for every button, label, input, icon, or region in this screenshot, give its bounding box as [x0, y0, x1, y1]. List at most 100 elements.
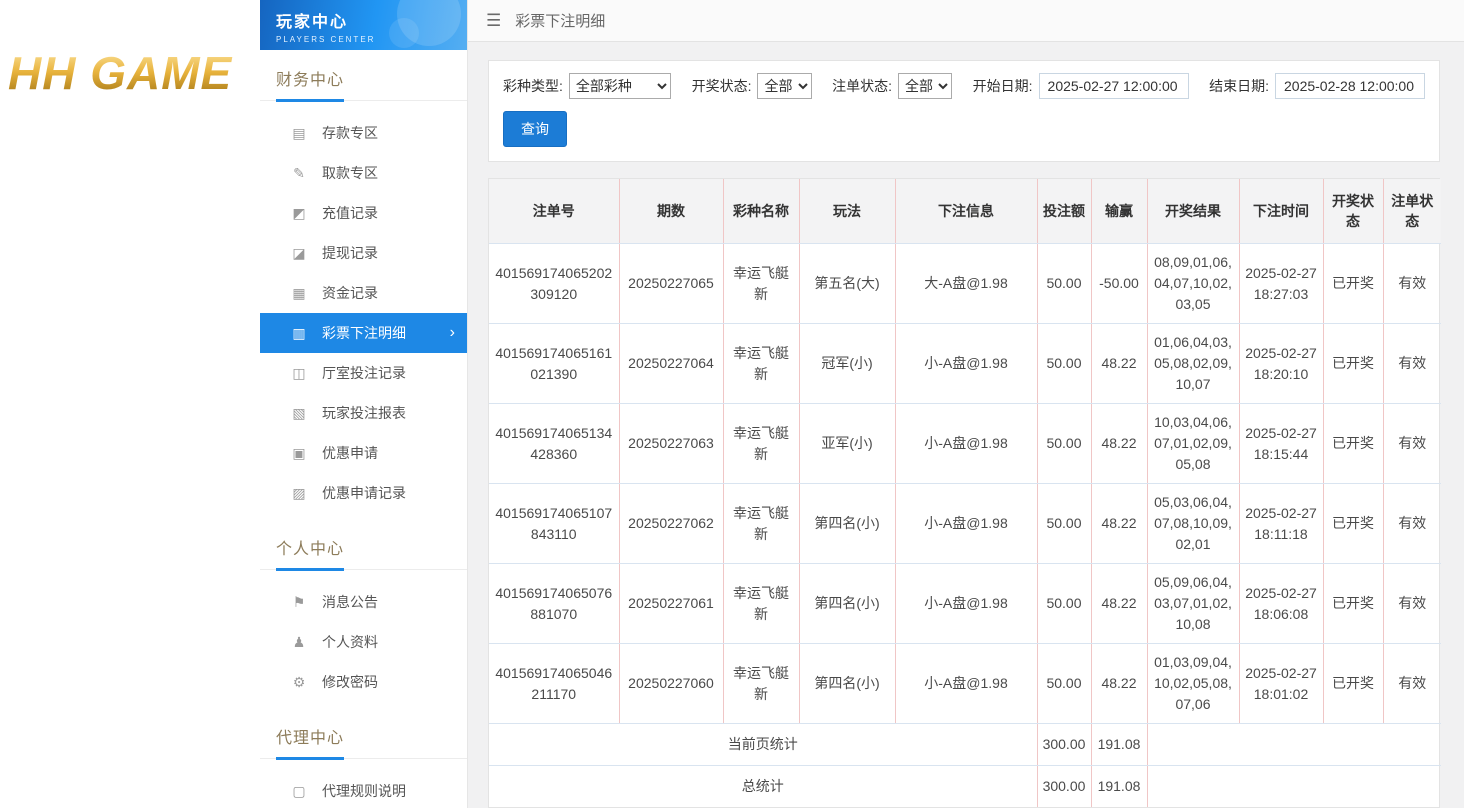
section-title: 个人中心 — [260, 519, 467, 570]
table-cell: 幸运飞艇新 — [723, 644, 799, 724]
sidebar-item[interactable]: ◫厅室投注记录 — [260, 353, 467, 393]
table-cell: 已开奖 — [1323, 404, 1383, 484]
sidebar-item[interactable]: ⚑消息公告 — [260, 582, 467, 622]
table-cell: 第四名(小) — [799, 644, 895, 724]
column-header: 下注时间 — [1239, 179, 1323, 244]
filter-panel: 彩种类型: 全部彩种 开奖状态: 全部 注单状态: 全部 开始日期: — [488, 60, 1440, 162]
table-cell: 已开奖 — [1323, 564, 1383, 644]
summary-empty-cell — [1147, 766, 1441, 808]
sidebar-item[interactable]: ▤存款专区 — [260, 113, 467, 153]
menu-list: ▤存款专区✎取款专区 ◩ 充值记录 ◪提现记录▦资金记录▥彩票下注明细›◫厅室投注记录… — [260, 101, 467, 519]
table-cell: 2025-02-27 18:11:18 — [1239, 484, 1323, 564]
table-cell: 50.00 — [1037, 484, 1091, 564]
table-cell: 401569174065202309120 — [489, 244, 619, 324]
table-cell: 有效 — [1383, 324, 1441, 404]
table-cell: 大-A盘@1.98 — [895, 244, 1037, 324]
table-cell: 幸运飞艇新 — [723, 404, 799, 484]
sidebar-item-label: 修改密码 — [322, 672, 378, 692]
table-cell: 01,03,09,04,10,02,05,08,07,06 — [1147, 644, 1239, 724]
table-cell: 幸运飞艇新 — [723, 564, 799, 644]
table-cell: 48.22 — [1091, 324, 1147, 404]
sidebar-item[interactable]: ▣优惠申请 — [260, 433, 467, 473]
page-title: 彩票下注明细 — [515, 10, 605, 31]
start-date-label: 开始日期: — [973, 76, 1033, 96]
table-cell: 2025-02-27 18:06:08 — [1239, 564, 1323, 644]
summary-bet-total: 300.00 — [1037, 724, 1091, 766]
menu-list: ⚑消息公告 ♟ 个人资料 ⚙ 修改密码 — [260, 570, 467, 708]
summary-label: 总统计 — [489, 766, 1037, 808]
table-row: 40156917406513442836020250227063幸运飞艇新亚军(… — [489, 404, 1441, 484]
table-cell: 401569174065134428360 — [489, 404, 619, 484]
table-cell: 小-A盘@1.98 — [895, 644, 1037, 724]
brand-logo: HH GAME — [8, 46, 260, 100]
sidebar-item-label: 优惠申请 — [322, 443, 378, 463]
table-cell: -50.00 — [1091, 244, 1147, 324]
sidebar-item[interactable]: ▦资金记录 — [260, 273, 467, 313]
table-cell: 幸运飞艇新 — [723, 324, 799, 404]
sidebar-item-label: 充值记录 — [322, 203, 378, 223]
sidebar-item-label: 个人资料 — [322, 632, 378, 652]
summary-label: 当前页统计 — [489, 724, 1037, 766]
summary-winloss-total: 191.08 — [1091, 724, 1147, 766]
table-cell: 幸运飞艇新 — [723, 484, 799, 564]
sidebar-item[interactable]: ♟ 个人资料 — [260, 622, 467, 662]
bet-status-label: 注单状态: — [832, 76, 892, 96]
sidebar-item-label: 优惠申请记录 — [322, 483, 406, 503]
lottery-type-select[interactable]: 全部彩种 — [569, 73, 671, 99]
funds-record-icon: ▦ — [290, 285, 308, 302]
summary-empty-cell — [1147, 724, 1441, 766]
sidebar-item[interactable]: ▥彩票下注明细› — [260, 313, 467, 353]
table-cell: 2025-02-27 18:15:44 — [1239, 404, 1323, 484]
table-cell: 第四名(小) — [799, 484, 895, 564]
table-cell: 401569174065161021390 — [489, 324, 619, 404]
table-cell: 08,09,01,06,04,07,10,02,03,05 — [1147, 244, 1239, 324]
password-icon: ⚙ — [290, 674, 308, 691]
table-row: 40156917406507688107020250227061幸运飞艇新第四名… — [489, 564, 1441, 644]
table-cell: 第五名(大) — [799, 244, 895, 324]
sidebar-item[interactable]: ▧玩家投注报表 — [260, 393, 467, 433]
sidebar-item[interactable]: ◩ 充值记录 — [260, 193, 467, 233]
sidebar-item[interactable]: ▨优惠申请记录 — [260, 473, 467, 513]
sidebar-item-label: 存款专区 — [322, 123, 378, 143]
column-header: 玩法 — [799, 179, 895, 244]
table-row: 40156917406516102139020250227064幸运飞艇新冠军(… — [489, 324, 1441, 404]
table-cell: 有效 — [1383, 404, 1441, 484]
table-cell: 已开奖 — [1323, 324, 1383, 404]
sidebar-item[interactable]: ⚙ 修改密码 — [260, 662, 467, 702]
draw-status-select[interactable]: 全部 — [757, 73, 811, 99]
column-header: 开奖状态 — [1323, 179, 1383, 244]
table-cell: 有效 — [1383, 244, 1441, 324]
search-button[interactable]: 查询 — [503, 111, 567, 147]
bet-status-select[interactable]: 全部 — [898, 73, 952, 99]
table-cell: 冠军(小) — [799, 324, 895, 404]
table-cell: 小-A盘@1.98 — [895, 564, 1037, 644]
column-header: 投注额 — [1037, 179, 1091, 244]
sidebar-item[interactable]: ✎取款专区 — [260, 153, 467, 193]
table-cell: 亚军(小) — [799, 404, 895, 484]
table-cell: 小-A盘@1.98 — [895, 484, 1037, 564]
table-cell: 50.00 — [1037, 244, 1091, 324]
menu-toggle-icon[interactable]: ☰ — [486, 11, 501, 31]
sidebar-item-label: 消息公告 — [322, 592, 378, 612]
table-cell: 小-A盘@1.98 — [895, 324, 1037, 404]
table-cell: 48.22 — [1091, 644, 1147, 724]
sidebar-item[interactable]: ▢代理规则说明 — [260, 771, 467, 808]
lottery-bet-detail-icon: ▥ — [290, 325, 308, 342]
sidebar-item-label: 取款专区 — [322, 163, 378, 183]
column-header: 下注信息 — [895, 179, 1037, 244]
table-cell: 50.00 — [1037, 404, 1091, 484]
sidebar-item[interactable]: ◪提现记录 — [260, 233, 467, 273]
bet-table: 注单号期数彩种名称玩法下注信息投注额输赢开奖结果下注时间开奖状态注单状态 401… — [489, 179, 1441, 807]
table-cell: 401569174065107843110 — [489, 484, 619, 564]
chevron-right-icon: › — [450, 324, 455, 342]
column-header: 期数 — [619, 179, 723, 244]
table-cell: 05,03,06,04,07,08,10,09,02,01 — [1147, 484, 1239, 564]
table-cell: 50.00 — [1037, 324, 1091, 404]
start-date-input[interactable] — [1039, 73, 1189, 99]
profile-icon: ♟ — [290, 634, 308, 651]
end-date-input[interactable] — [1275, 73, 1425, 99]
logo-area: HH GAME — [0, 0, 260, 808]
table-cell: 20250227062 — [619, 484, 723, 564]
table-cell: 20250227065 — [619, 244, 723, 324]
recharge-record-icon: ◩ — [290, 205, 308, 222]
